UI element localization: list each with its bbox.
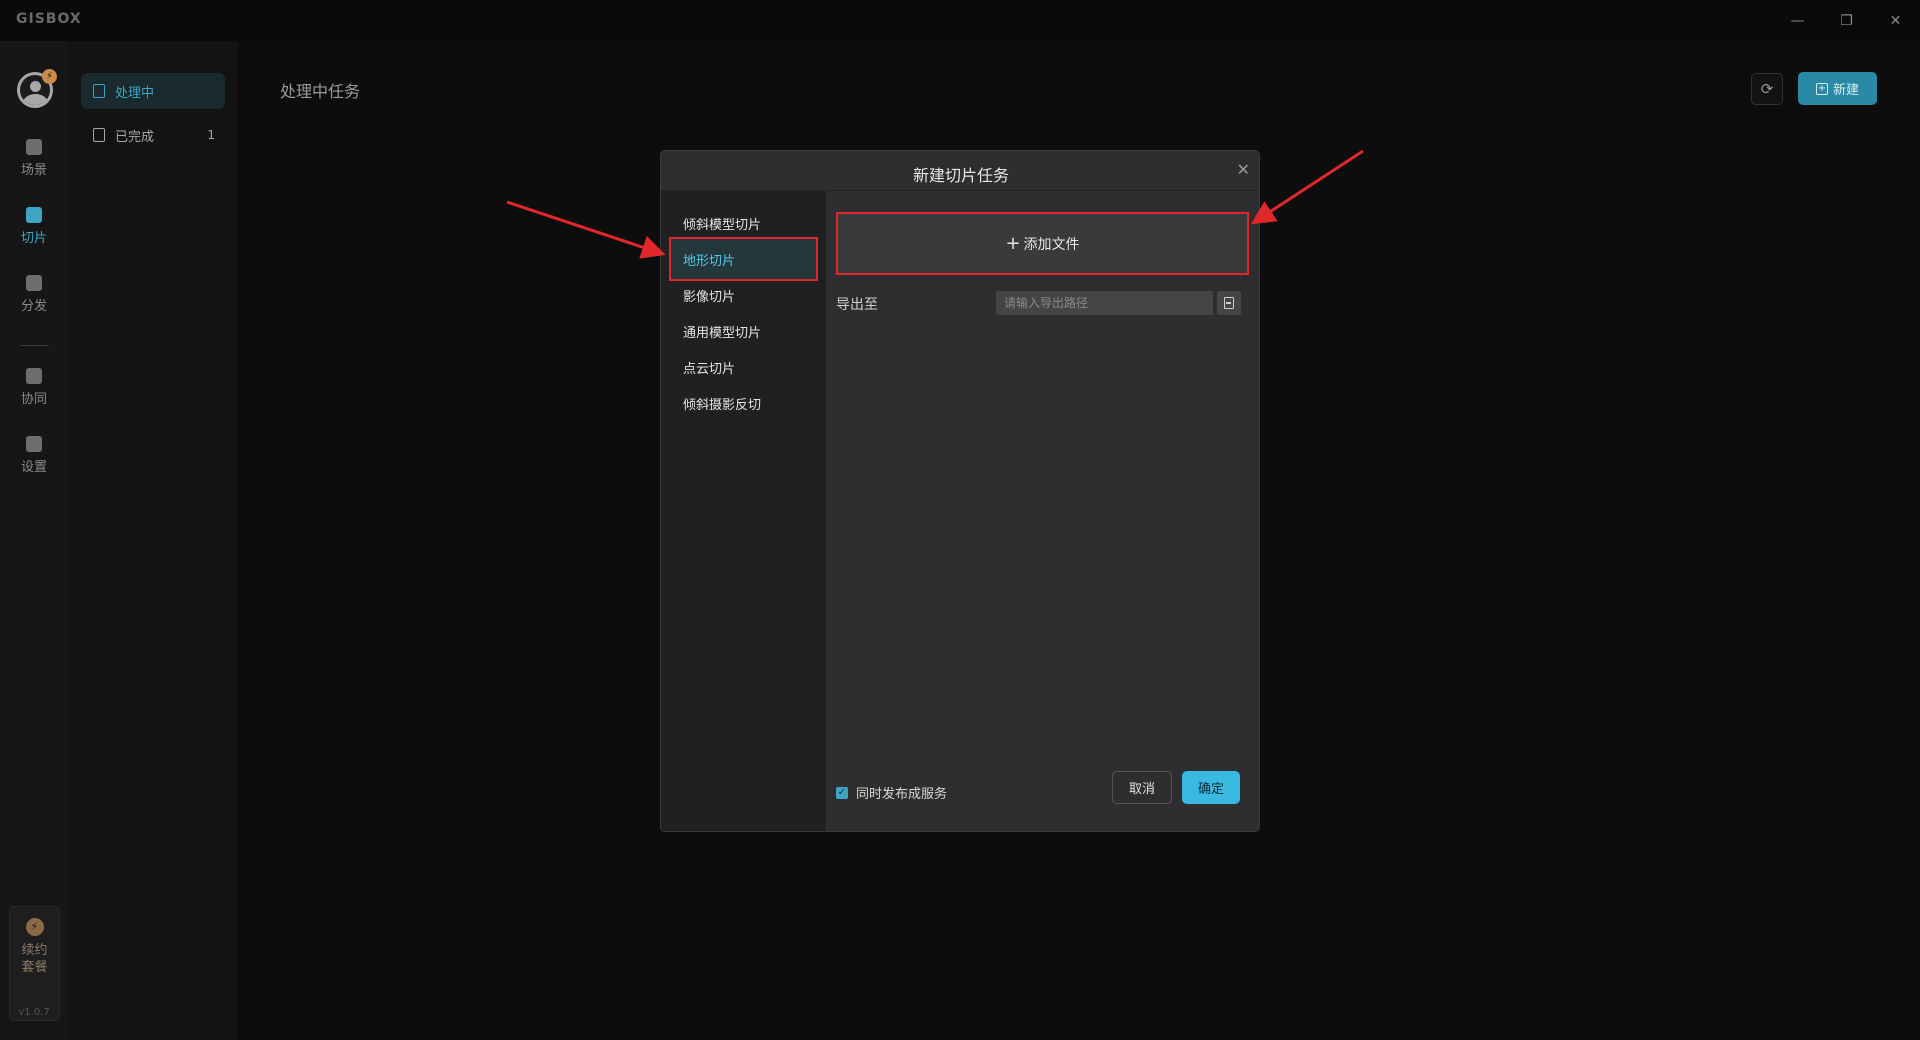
completed-count: 1 bbox=[207, 128, 215, 142]
icon-rail: ⚡ 场景 切片 分发 协同 设置 ⚡ 续约套餐 bbox=[0, 41, 68, 1040]
cancel-button[interactable]: 取消 bbox=[1112, 771, 1172, 804]
lightning-badge-icon: ⚡ bbox=[42, 69, 57, 84]
close-icon: ✕ bbox=[1236, 160, 1250, 179]
add-file-button[interactable]: + 添加文件 bbox=[836, 212, 1249, 275]
publish-service-label: 同时发布成服务 bbox=[856, 787, 948, 802]
slice-task-form: + 添加文件 导出至 ✓ 同时发布成服务 取消 确定 bbox=[826, 191, 1259, 831]
task-status-nav: 处理中 已完成 1 bbox=[68, 41, 237, 1040]
add-file-label: 添加文件 bbox=[1023, 236, 1080, 253]
close-icon: ✕ bbox=[1889, 12, 1902, 29]
plus-icon: + bbox=[1005, 232, 1021, 254]
file-icon bbox=[93, 84, 105, 98]
title-bar: GISBOX — ❐ ✕ bbox=[0, 0, 1920, 41]
page-title: 处理中任务 bbox=[280, 82, 361, 101]
publish-service-checkbox[interactable]: ✓ bbox=[836, 786, 848, 799]
publish-service-option[interactable]: ✓ 同时发布成服务 bbox=[836, 783, 947, 802]
lightning-icon: ⚡ bbox=[25, 918, 44, 936]
refresh-icon: ⟳ bbox=[1760, 80, 1774, 98]
plus-square-icon: + bbox=[1815, 82, 1828, 95]
rail-item-label: 设置 bbox=[20, 460, 47, 475]
rail-item-label: 分发 bbox=[20, 299, 47, 314]
subnav-item-label: 已完成 bbox=[115, 129, 155, 145]
export-path-input[interactable] bbox=[996, 291, 1213, 315]
slice-icon bbox=[26, 207, 42, 223]
rail-item-slice[interactable]: 切片 bbox=[0, 207, 68, 259]
distribute-icon bbox=[26, 275, 42, 291]
subnav-item-completed[interactable]: 已完成 1 bbox=[81, 117, 225, 153]
subnav-item-label: 处理中 bbox=[115, 85, 155, 101]
new-slice-task-dialog: 新建切片任务 ✕ 倾斜模型切片 地形切片 影像切片 通用模型切片 点云切片 倾斜… bbox=[660, 150, 1260, 832]
renew-plan-button[interactable]: ⚡ 续约套餐 bbox=[9, 906, 60, 1021]
dialog-title: 新建切片任务 bbox=[912, 166, 1009, 185]
dialog-header: 新建切片任务 ✕ bbox=[661, 151, 1259, 191]
browse-folder-button[interactable] bbox=[1217, 291, 1241, 315]
subnav-item-processing[interactable]: 处理中 bbox=[81, 73, 225, 109]
rail-divider bbox=[20, 345, 49, 346]
settings-icon bbox=[26, 436, 42, 452]
app-window: GISBOX — ❐ ✕ ⚡ 场景 切片 分发 协同 设置 ⚡ 续约套餐 v1.… bbox=[0, 0, 1920, 1040]
refresh-button[interactable]: ⟳ bbox=[1751, 73, 1783, 105]
file-check-icon bbox=[93, 128, 105, 142]
new-task-button[interactable]: + 新建 bbox=[1798, 72, 1877, 105]
slice-type-oblique-reverse[interactable]: 倾斜摄影反切 bbox=[669, 381, 818, 425]
version-label: v1.0.7 bbox=[18, 1007, 50, 1018]
avatar-head bbox=[30, 81, 41, 92]
rail-item-label: 场景 bbox=[20, 163, 47, 178]
window-controls: — ❐ ✕ bbox=[1773, 0, 1920, 41]
rail-item-label: 切片 bbox=[20, 231, 47, 246]
close-window-button[interactable]: ✕ bbox=[1871, 0, 1920, 41]
avatar-body bbox=[23, 94, 48, 105]
export-path-label: 导出至 bbox=[836, 297, 878, 313]
minimize-icon: — bbox=[1790, 12, 1805, 29]
renew-plan-label: 续约套餐 bbox=[21, 943, 48, 975]
rail-item-collab[interactable]: 协同 bbox=[0, 368, 68, 420]
rail-item-label: 协同 bbox=[20, 392, 47, 407]
new-task-label: 新建 bbox=[1832, 83, 1859, 98]
file-browse-icon bbox=[1224, 297, 1234, 309]
rail-item-distribute[interactable]: 分发 bbox=[0, 275, 68, 327]
rail-item-scene[interactable]: 场景 bbox=[0, 139, 68, 191]
dialog-close-button[interactable]: ✕ bbox=[1237, 160, 1250, 179]
scene-icon bbox=[26, 139, 42, 155]
restore-icon: ❐ bbox=[1840, 12, 1853, 29]
minimize-button[interactable]: — bbox=[1773, 0, 1822, 41]
slice-type-list: 倾斜模型切片 地形切片 影像切片 通用模型切片 点云切片 倾斜摄影反切 bbox=[661, 191, 826, 831]
confirm-button[interactable]: 确定 bbox=[1182, 771, 1240, 804]
app-logo: GISBOX bbox=[16, 11, 82, 27]
annotation-arrow-left bbox=[506, 200, 666, 259]
annotation-arrow-right bbox=[1250, 149, 1364, 225]
collab-icon bbox=[26, 368, 42, 384]
restore-button[interactable]: ❐ bbox=[1822, 0, 1871, 41]
rail-item-settings[interactable]: 设置 bbox=[0, 436, 68, 488]
